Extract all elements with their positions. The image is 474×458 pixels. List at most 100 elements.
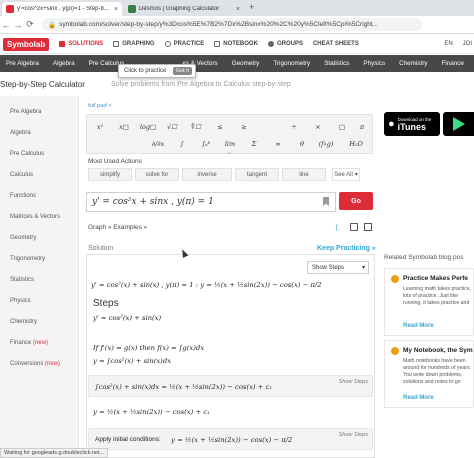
show-steps-link[interactable]: Show Steps <box>339 379 368 385</box>
key-power[interactable]: x□ <box>113 120 135 133</box>
subject-nav: Pre Algebra Algebra Pre Calculus es & Ve… <box>0 55 474 72</box>
key-sum[interactable]: Σ <box>243 137 265 150</box>
back-arrow-icon[interactable]: ← <box>0 20 12 30</box>
key-theta[interactable]: θ <box>291 137 313 150</box>
key-nth-root[interactable]: ∜☐ <box>185 120 207 133</box>
blog-card[interactable]: Practice Makes Perfe Learning math takes… <box>384 268 474 336</box>
key-times[interactable]: × <box>307 120 329 133</box>
got-it-button[interactable]: Got it <box>172 67 192 75</box>
sidebar-item-physics[interactable]: Physics <box>10 298 31 304</box>
step-general-solution: y = ½(x + ½sin(2x)) − cos(x) + c₁ <box>93 408 210 416</box>
nav-practice[interactable]: PRACTICE <box>164 41 204 47</box>
key-partial[interactable]: ∂/∂x <box>147 137 169 150</box>
join-link[interactable]: JOI <box>463 41 472 47</box>
sidebar-item-finance[interactable]: Finance (new) <box>10 340 48 346</box>
sidebar-item-geometry[interactable]: Geometry <box>10 235 36 241</box>
key-integral[interactable]: ∫ <box>171 137 193 150</box>
blog-card[interactable]: My Notebook, the Sym Math notebooks have… <box>384 340 474 408</box>
chevron-down-icon[interactable]: ⌄ <box>227 149 232 156</box>
subnav-pre-algebra[interactable]: Pre Algebra <box>6 60 39 67</box>
sidebar-item-algebra[interactable]: Algebra <box>10 130 31 136</box>
key-square[interactable]: x² <box>89 120 111 133</box>
bookmark-icon[interactable] <box>323 197 329 206</box>
sidebar-item-matrices-vectors[interactable]: Matrices & Vectors <box>10 214 60 220</box>
blog-card-body: Learning math takes practice, lots of pr… <box>403 286 472 306</box>
subnav-physics[interactable]: Physics <box>363 60 385 67</box>
go-button[interactable]: Go <box>339 192 373 210</box>
see-all-select[interactable]: See All ▾ <box>332 168 360 181</box>
page-subtitle: Solve problems from Pre Algebra to Calcu… <box>111 81 291 88</box>
sidebar-item-conversions[interactable]: Conversions (new) <box>10 361 60 367</box>
save-icon[interactable] <box>364 223 372 231</box>
subnav-geometry[interactable]: Geometry <box>232 60 260 67</box>
key-chemistry[interactable]: H₂O <box>345 137 367 150</box>
key-infinity[interactable]: ∞ <box>267 137 289 150</box>
subnav-algebra[interactable]: Algebra <box>53 60 75 67</box>
full-pad-link[interactable]: full pad » <box>88 103 112 109</box>
close-tab-icon[interactable]: × <box>114 6 118 13</box>
nav-solutions[interactable]: SOLUTIONS <box>59 41 103 47</box>
sidebar-item-chemistry[interactable]: Chemistry <box>10 319 37 325</box>
sidebar-item-trigonometry[interactable]: Trigonometry <box>10 256 45 262</box>
read-more-link[interactable]: Read More <box>403 323 434 329</box>
key-definite-integral[interactable]: ∫ₐᵇ <box>195 137 217 150</box>
reload-icon[interactable]: ⟳ <box>24 19 36 30</box>
sidebar-item-label: Pre Calculus <box>10 151 45 157</box>
subnav-chemistry[interactable]: Chemistry <box>399 60 427 67</box>
show-steps-select[interactable]: Show Steps ▾ <box>307 261 369 274</box>
nav-groups[interactable]: GROUPS <box>267 41 303 47</box>
subnav-trigonometry[interactable]: Trigonometry <box>273 60 310 67</box>
simplify-button[interactable]: simplify <box>88 168 132 181</box>
itunes-badge[interactable]: ● Download on the iTunes <box>384 112 440 136</box>
nav-cheat-sheets[interactable]: CHEAT SHEETS <box>313 41 359 47</box>
chevron-down-icon: ▾ <box>361 265 365 271</box>
subnav-finance[interactable]: Finance <box>441 60 463 67</box>
sidebar-item-statistics[interactable]: Statistics <box>10 277 34 283</box>
nav-label: CHEAT SHEETS <box>312 41 359 47</box>
key-compose[interactable]: (f∘g) <box>315 137 337 150</box>
itunes-text: Download on the iTunes <box>398 117 432 132</box>
solve-for-button[interactable]: solve for <box>135 168 179 181</box>
practice-tooltip: Click to practice Got it <box>118 64 196 78</box>
inverse-button[interactable]: inverse <box>182 168 232 181</box>
close-tab-icon[interactable]: × <box>236 6 240 13</box>
sidebar-item-functions[interactable]: Functions <box>10 193 36 199</box>
keep-practicing-link[interactable]: Keep Practicing » <box>317 245 376 252</box>
new-tab-icon[interactable]: + <box>249 2 254 12</box>
browser-tab-symbolab[interactable]: y'=cos^2x+sinx , y(pi)=1 - Step-b... × <box>2 2 122 16</box>
key-pi[interactable]: π <box>351 120 373 133</box>
forward-arrow-icon[interactable]: → <box>12 20 24 30</box>
nav-label: SOLUTIONS <box>68 41 104 47</box>
google-play-badge[interactable] <box>443 112 474 136</box>
tangent-button[interactable]: tangent <box>235 168 279 181</box>
sidebar-item-label: Calculus <box>10 172 34 178</box>
symbolab-logo[interactable]: Symbolab <box>3 37 50 51</box>
sidebar-item-pre-algebra[interactable]: Pre Algebra <box>10 109 41 115</box>
sidebar-item-calculus[interactable]: Calculus <box>10 172 33 178</box>
sidebar-item-label: Trigonometry <box>10 256 46 262</box>
read-more-link[interactable]: Read More <box>403 395 434 401</box>
key-geq[interactable]: ≥ <box>233 120 255 133</box>
show-steps-link[interactable]: Show Steps <box>339 432 368 438</box>
key-log[interactable]: log□ <box>137 120 159 133</box>
nav-graphing[interactable]: GRAPHING <box>113 41 155 47</box>
key-divide[interactable]: ÷ <box>283 120 305 133</box>
language-select[interactable]: EN <box>444 41 452 47</box>
key-sqrt[interactable]: √☐ <box>161 120 183 133</box>
url-field[interactable]: 🔒 symbolab.com/solver/step-by-step/y%3Dc… <box>42 18 422 31</box>
subnav-statistics[interactable]: Statistics <box>324 60 349 67</box>
line-button[interactable]: line <box>282 168 326 181</box>
bulb-icon <box>391 347 399 355</box>
expression-input[interactable]: y' = cos²x + sinx , y(π) = 1 <box>86 192 336 212</box>
logo-text: Symbolab <box>7 39 46 49</box>
show-steps-label: Show Steps <box>312 264 345 271</box>
browser-tab-desmos[interactable]: Desmos | Graphing Calculator × <box>124 2 244 16</box>
share-icon[interactable]: ⟨ <box>335 223 343 232</box>
sidebar-item-pre-calculus[interactable]: Pre Calculus <box>10 151 44 157</box>
print-icon[interactable] <box>350 223 358 231</box>
key-box[interactable]: □ <box>331 120 353 133</box>
graph-examples-tabs[interactable]: Graph » Examples » <box>88 224 147 231</box>
nav-notebook[interactable]: NOTEBOOK <box>214 41 258 47</box>
key-leq[interactable]: ≤ <box>209 120 231 133</box>
url-text: symbolab.com/solver/step-by-step/y%3Dcos… <box>59 21 379 28</box>
